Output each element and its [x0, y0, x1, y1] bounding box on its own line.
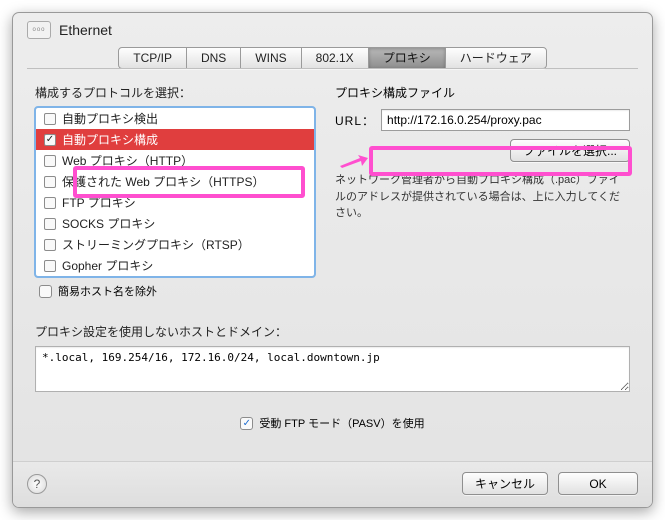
- protocol-checkbox[interactable]: [44, 218, 56, 230]
- pac-description: ネットワーク管理者から自動プロキシ構成（.pac）ファイルのアドレスが提供されて…: [335, 172, 630, 222]
- protocol-row[interactable]: ストリーミングプロキシ（RTSP）: [36, 234, 314, 255]
- protocol-label: SOCKS プロキシ: [62, 215, 155, 232]
- choose-file-button[interactable]: ファイルを選択...: [510, 139, 630, 162]
- protocol-label: Web プロキシ（HTTP）: [62, 152, 193, 169]
- protocol-checkbox[interactable]: [44, 113, 56, 125]
- bypass-label: プロキシ設定を使用しないホストとドメイン：: [35, 323, 630, 340]
- exclude-simple-hostnames-checkbox[interactable]: [39, 285, 52, 298]
- protocol-row[interactable]: 自動プロキシ検出: [36, 108, 314, 129]
- exclude-simple-hostnames-label: 簡易ホスト名を除外: [58, 283, 157, 299]
- protocol-row[interactable]: FTP プロキシ: [36, 192, 314, 213]
- tab-TCP/IP[interactable]: TCP/IP: [119, 48, 187, 68]
- protocol-checkbox[interactable]: [44, 260, 56, 272]
- protocol-row[interactable]: ✓ 自動プロキシ構成: [36, 129, 314, 150]
- interface-name: Ethernet: [59, 22, 112, 38]
- protocol-checkbox[interactable]: [44, 155, 56, 167]
- tab-802.1X[interactable]: 802.1X: [302, 48, 369, 68]
- protocol-label: Gopher プロキシ: [62, 257, 153, 274]
- protocol-row[interactable]: Gopher プロキシ: [36, 255, 314, 276]
- protocol-checkbox[interactable]: [44, 176, 56, 188]
- protocol-label: ストリーミングプロキシ（RTSP）: [62, 236, 250, 253]
- pasv-checkbox[interactable]: ✓: [240, 417, 253, 430]
- protocol-row[interactable]: Web プロキシ（HTTP）: [36, 150, 314, 171]
- sheet-footer: ? キャンセル OK: [13, 461, 652, 507]
- tab-bar: TCP/IPDNSWINS802.1Xプロキシハードウェア: [118, 47, 546, 69]
- help-button[interactable]: ?: [27, 474, 47, 494]
- protocol-checkbox[interactable]: [44, 239, 56, 251]
- tab-ハードウェア[interactable]: ハードウェア: [446, 48, 546, 68]
- protocols-title: 構成するプロトコルを選択：: [35, 84, 315, 101]
- sheet-header: ooo Ethernet: [13, 13, 652, 43]
- tab-DNS[interactable]: DNS: [187, 48, 241, 68]
- url-label: URL：: [335, 112, 375, 129]
- bypass-input[interactable]: [35, 346, 630, 392]
- pac-title: プロキシ構成ファイル: [335, 84, 630, 101]
- tab-プロキシ[interactable]: プロキシ: [369, 48, 446, 68]
- tabs-row: TCP/IPDNSWINS802.1Xプロキシハードウェア: [13, 43, 652, 69]
- tab-WINS[interactable]: WINS: [241, 48, 301, 68]
- protocol-label: 保護された Web プロキシ（HTTPS）: [62, 173, 264, 190]
- preferences-sheet: ooo Ethernet TCP/IPDNSWINS802.1Xプロキシハードウ…: [12, 12, 653, 508]
- pasv-label: 受動 FTP モード（PASV）を使用: [259, 415, 424, 431]
- protocol-label: 自動プロキシ検出: [62, 110, 158, 127]
- protocol-checkbox[interactable]: ✓: [44, 134, 56, 146]
- protocol-label: FTP プロキシ: [62, 194, 136, 211]
- protocol-row[interactable]: SOCKS プロキシ: [36, 213, 314, 234]
- protocol-label: 自動プロキシ構成: [62, 131, 158, 148]
- pac-url-input[interactable]: [381, 109, 630, 131]
- ethernet-icon: ooo: [27, 21, 51, 39]
- cancel-button[interactable]: キャンセル: [462, 472, 548, 495]
- sheet-body: 構成するプロトコルを選択： 自動プロキシ検出 ✓ 自動プロキシ構成 Web プロキシ（…: [13, 70, 652, 461]
- protocols-list[interactable]: 自動プロキシ検出 ✓ 自動プロキシ構成 Web プロキシ（HTTP） 保護された Web…: [35, 107, 315, 277]
- protocol-row[interactable]: 保護された Web プロキシ（HTTPS）: [36, 171, 314, 192]
- ok-button[interactable]: OK: [558, 472, 638, 495]
- protocol-checkbox[interactable]: [44, 197, 56, 209]
